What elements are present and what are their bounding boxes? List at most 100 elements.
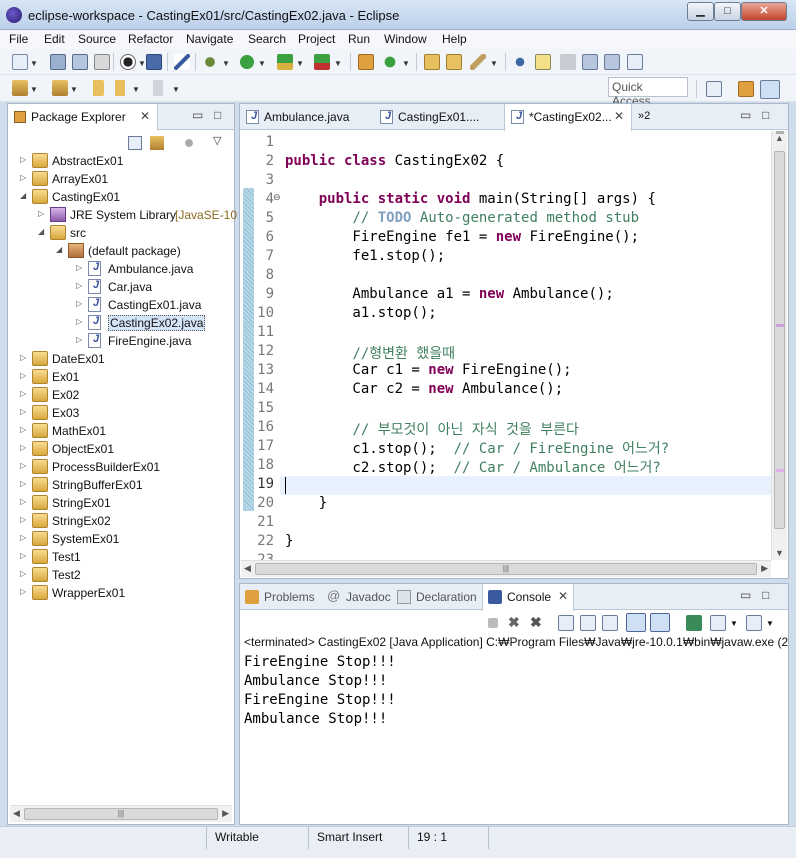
collapsed-arrow-icon[interactable]: ▷ — [20, 407, 26, 416]
close-icon[interactable]: ✕ — [614, 109, 624, 123]
scrollbar-thumb[interactable] — [774, 151, 785, 529]
chevron-down-icon[interactable]: ▼ — [766, 619, 774, 628]
horizontal-scrollbar[interactable]: ◀ ||| ▶ — [10, 805, 232, 822]
scroll-left-icon[interactable]: ◀ — [244, 563, 251, 574]
console-output[interactable]: FireEngine Stop!!! Ambulance Stop!!! FireE… — [244, 654, 396, 730]
open-task-icon[interactable] — [446, 54, 462, 70]
overview-ruler-marker[interactable] — [776, 131, 784, 134]
open-perspective-icon[interactable] — [120, 54, 136, 70]
menu-navigate[interactable]: Navigate — [186, 32, 233, 46]
tree-item-ambulance-java[interactable]: ▷ Ambulance.java — [8, 260, 234, 278]
scroll-down-icon[interactable]: ▼ — [775, 548, 784, 558]
chevron-down-icon[interactable]: ▼ — [132, 85, 140, 94]
chevron-down-icon[interactable]: ▼ — [258, 59, 266, 68]
chevron-down-icon[interactable]: ▼ — [172, 85, 180, 94]
collapsed-arrow-icon[interactable]: ▷ — [20, 371, 26, 380]
menu-run[interactable]: Run — [348, 32, 370, 46]
collapsed-arrow-icon[interactable]: ▷ — [20, 173, 26, 182]
scroll-lock-icon[interactable] — [580, 615, 596, 631]
minimize-icon[interactable]: ▭ — [740, 588, 751, 602]
collapsed-arrow-icon[interactable]: ▷ — [76, 299, 82, 308]
chevron-down-icon[interactable]: ▼ — [402, 59, 410, 68]
collapse-all-icon[interactable] — [128, 136, 142, 150]
tree-item-test1[interactable]: ▷ Test1 — [8, 548, 234, 566]
tree-item-wrapperex01[interactable]: ▷ WrapperEx01 — [8, 584, 234, 602]
collapsed-arrow-icon[interactable]: ▷ — [20, 551, 26, 560]
collapsed-arrow-icon[interactable]: ▷ — [20, 569, 26, 578]
tree-item-arrayex01[interactable]: ▷ ArrayEx01 — [8, 170, 234, 188]
mark-occurrences-icon[interactable] — [535, 54, 551, 70]
chevron-down-icon[interactable]: ▼ — [30, 85, 38, 94]
chevron-down-icon[interactable]: ▼ — [730, 619, 738, 628]
search-icon[interactable] — [470, 54, 486, 70]
menu-refactor[interactable]: Refactor — [128, 32, 173, 46]
tree-item-ex02[interactable]: ▷ Ex02 — [8, 386, 234, 404]
chevron-down-icon[interactable]: ▼ — [70, 85, 78, 94]
maximize-icon[interactable]: □ — [214, 108, 221, 122]
collapsed-arrow-icon[interactable]: ▷ — [20, 515, 26, 524]
menu-project[interactable]: Project — [298, 32, 335, 46]
open-type-icon[interactable] — [424, 54, 440, 70]
scroll-left-icon[interactable]: ◀ — [13, 808, 20, 819]
collapsed-arrow-icon[interactable]: ▷ — [76, 263, 82, 272]
minimize-button[interactable]: ▁ — [687, 2, 714, 21]
new-icon[interactable] — [12, 54, 28, 70]
tree-item-ex01[interactable]: ▷ Ex01 — [8, 368, 234, 386]
minimize-icon[interactable]: ▭ — [740, 108, 751, 122]
collapsed-arrow-icon[interactable]: ▷ — [20, 425, 26, 434]
close-icon[interactable]: ✕ — [140, 109, 150, 123]
collapsed-arrow-icon[interactable]: ▷ — [20, 533, 26, 542]
tab-declaration[interactable]: Declaration — [392, 584, 482, 610]
menu-help[interactable]: Help — [442, 32, 467, 46]
annotation-icon[interactable] — [512, 54, 528, 70]
console-icon[interactable] — [146, 54, 162, 70]
run-icon[interactable] — [239, 54, 255, 70]
tab-problems[interactable]: Problems — [240, 584, 320, 610]
overview-ruler-marker[interactable] — [776, 469, 784, 472]
tab-javadoc[interactable]: @ Javadoc — [322, 584, 392, 610]
tree-item-src[interactable]: ◢ src — [8, 224, 234, 242]
tree-item-objectex01[interactable]: ▷ ObjectEx01 — [8, 440, 234, 458]
menu-edit[interactable]: Edit — [44, 32, 65, 46]
vertical-scrollbar[interactable]: ▲ ▼ — [771, 131, 787, 560]
tab-castingex02-java[interactable]: *CastingEx02... ✕ — [504, 104, 632, 131]
word-wrap-icon[interactable] — [582, 54, 598, 70]
collapsed-arrow-icon[interactable]: ▷ — [20, 389, 26, 398]
scrollbar-thumb[interactable]: ||| — [255, 563, 757, 575]
horizontal-scrollbar[interactable]: ◀ ||| ▶ — [241, 560, 771, 577]
tree-item-stringbufferex01[interactable]: ▷ StringBufferEx01 — [8, 476, 234, 494]
overview-ruler-marker[interactable] — [776, 324, 784, 327]
collapsed-arrow-icon[interactable]: ▷ — [20, 497, 26, 506]
terminate-icon[interactable] — [488, 618, 498, 628]
collapsed-arrow-icon[interactable]: ▷ — [20, 443, 26, 452]
tree-item-mathex01[interactable]: ▷ MathEx01 — [8, 422, 234, 440]
collapsed-arrow-icon[interactable]: ▷ — [76, 335, 82, 344]
maximize-button[interactable]: □ — [714, 2, 741, 21]
menu-window[interactable]: Window — [384, 32, 427, 46]
new-java-project-icon[interactable] — [358, 54, 374, 70]
tree-item-stringex01[interactable]: ▷ StringEx01 — [8, 494, 234, 512]
external-tools-icon[interactable] — [314, 54, 330, 70]
java-ee-perspective-icon[interactable] — [738, 81, 754, 97]
show-on-stderr-icon[interactable] — [650, 613, 670, 632]
expanded-arrow-icon[interactable]: ◢ — [20, 191, 26, 200]
pin-console-icon[interactable] — [686, 615, 702, 631]
previous-annotation-icon[interactable] — [52, 80, 68, 96]
forward-icon[interactable] — [150, 80, 166, 96]
last-edit-icon[interactable] — [88, 80, 104, 96]
tree-item-dateex01[interactable]: ▷ DateEx01 — [8, 350, 234, 368]
print-icon[interactable] — [94, 54, 110, 70]
tree-item-abstractex01[interactable]: ▷ AbstractEx01 — [8, 152, 234, 170]
remove-launch-icon[interactable]: ✖ — [508, 614, 520, 631]
tree-item-processbuilderex01[interactable]: ▷ ProcessBuilderEx01 — [8, 458, 234, 476]
java-perspective-icon[interactable] — [760, 80, 780, 99]
code-editor[interactable]: 1 2 public class CastingEx02 {3 4 public st… — [240, 131, 771, 560]
chevron-down-icon[interactable]: ▼ — [222, 59, 230, 68]
skip-breakpoints-icon[interactable] — [174, 54, 190, 70]
scrollbar-thumb[interactable]: ||| — [24, 808, 218, 820]
coverage-icon[interactable] — [277, 54, 293, 70]
tab-overflow-button[interactable]: »2 — [638, 110, 650, 122]
scroll-right-icon[interactable]: ▶ — [761, 563, 768, 574]
tree-item-car-java[interactable]: ▷ Car.java — [8, 278, 234, 296]
show-whitespace-icon[interactable] — [604, 54, 620, 70]
